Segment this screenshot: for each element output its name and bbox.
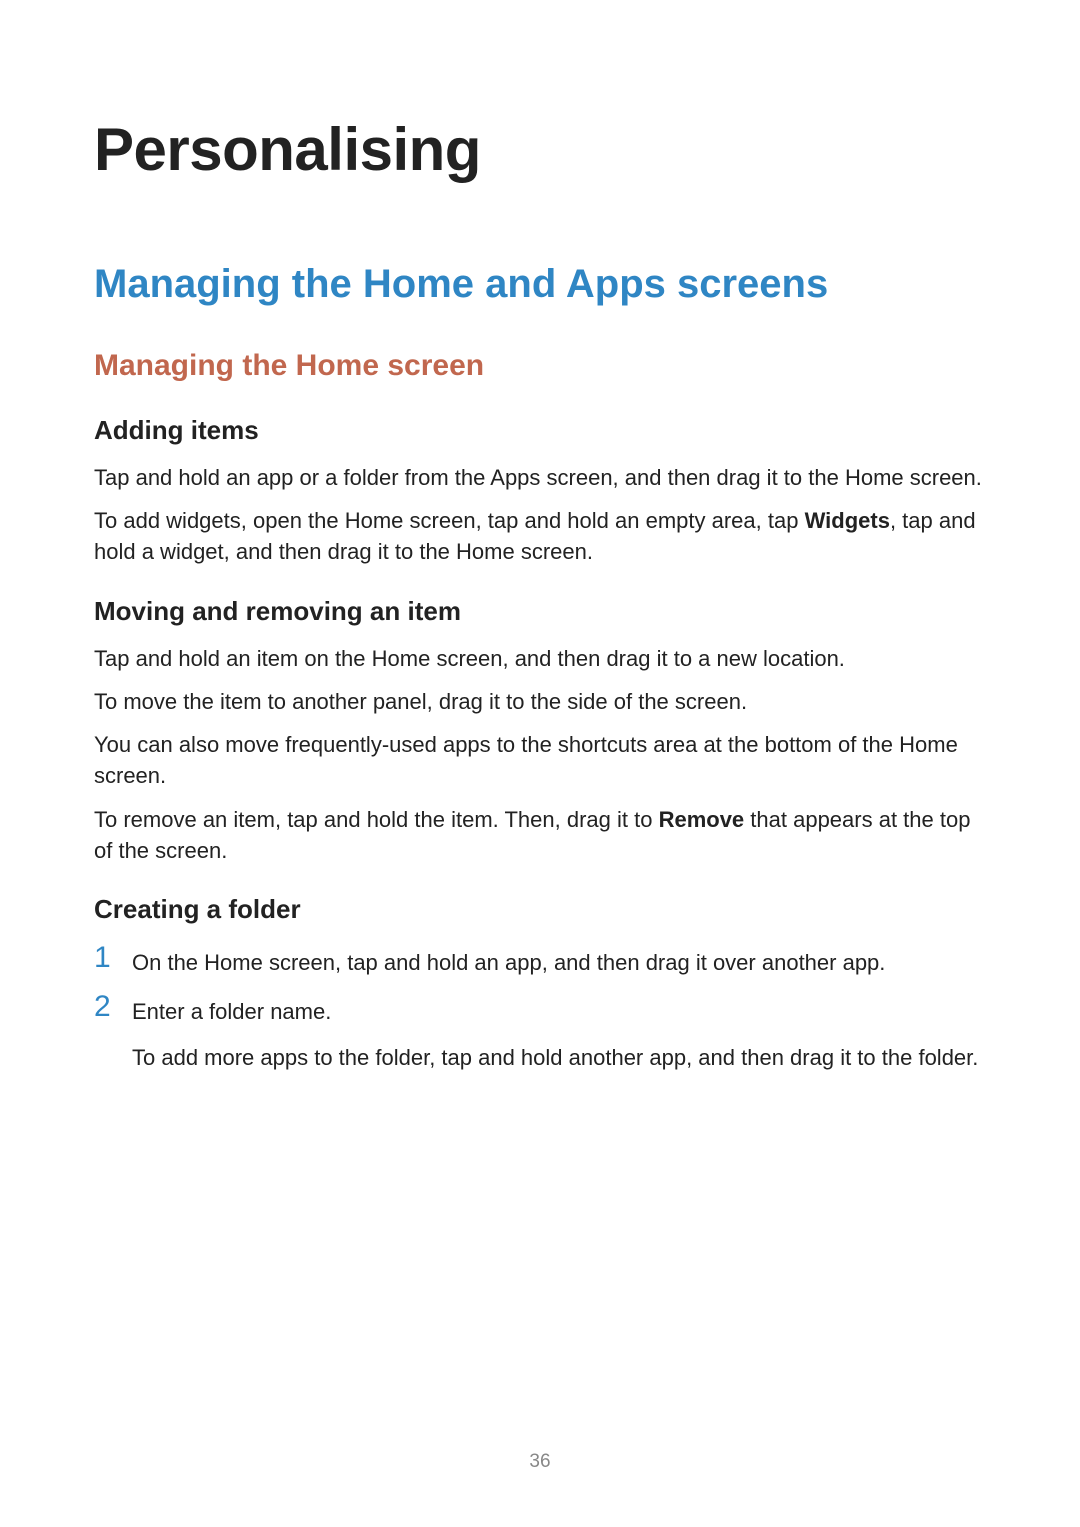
subsection-heading: Managing the Home screen [94,349,986,383]
paragraph: To move the item to another panel, drag … [94,686,986,717]
paragraph: To add widgets, open the Home screen, ta… [94,505,986,567]
step-number: 1 [94,941,111,975]
paragraph: You can also move frequently-used apps t… [94,729,986,791]
bold-text: Remove [659,807,745,832]
page-number: 36 [0,1451,1080,1473]
step-list: 1 On the Home screen, tap and hold an ap… [94,947,986,1073]
block-creating-folder: Creating a folder 1 On the Home screen, … [94,894,986,1073]
text-run: To remove an item, tap and hold the item… [94,807,659,832]
text-run: To add widgets, open the Home screen, ta… [94,508,805,533]
paragraph: Tap and hold an item on the Home screen,… [94,643,986,674]
paragraph: Tap and hold an app or a folder from the… [94,462,986,493]
step-subtext: To add more apps to the folder, tap and … [132,1042,986,1073]
step-text: On the Home screen, tap and hold an app,… [132,947,986,978]
block-heading: Creating a folder [94,894,986,925]
bold-text: Widgets [805,508,890,533]
step-item: 2 Enter a folder name. To add more apps … [94,996,986,1072]
step-text: Enter a folder name. [132,996,986,1027]
block-moving-removing: Moving and removing an item Tap and hold… [94,596,986,866]
page-content: Personalising Managing the Home and Apps… [0,0,1080,1073]
section-heading: Managing the Home and Apps screens [94,262,986,307]
block-adding-items: Adding items Tap and hold an app or a fo… [94,415,986,568]
page-title: Personalising [94,115,986,184]
paragraph: To remove an item, tap and hold the item… [94,804,986,866]
block-heading: Adding items [94,415,986,446]
step-number: 2 [94,990,111,1024]
step-item: 1 On the Home screen, tap and hold an ap… [94,947,986,978]
block-heading: Moving and removing an item [94,596,986,627]
